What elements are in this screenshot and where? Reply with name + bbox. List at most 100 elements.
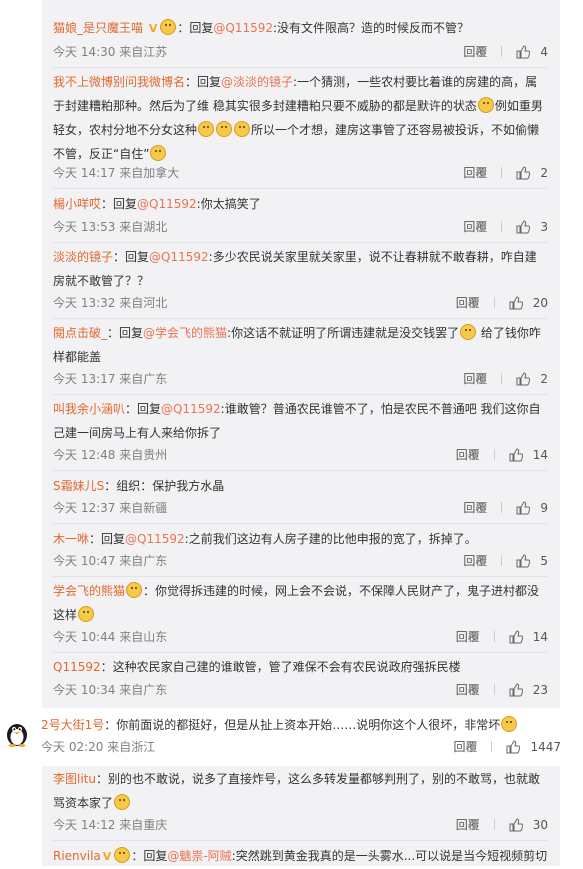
thumb-up-icon (516, 166, 531, 180)
comment-item: 我不上微博别问我微博名：回复@淡淡的镜子:一个猜测，一些农村要比着谁的房建的高，… (53, 75, 543, 161)
thumb-up-icon (516, 554, 531, 568)
reply-button[interactable]: 回覆 (463, 554, 487, 568)
thumb-up-icon (509, 296, 523, 310)
comment-meta: 今天 14:12 来自重庆 (53, 818, 168, 832)
comment-username[interactable]: 木一咻 (53, 532, 89, 546)
like-button[interactable]: 2 (516, 166, 548, 180)
like-button[interactable]: 1447 (506, 740, 561, 754)
thumb-up-icon (509, 448, 523, 462)
comment-text: :你这话不就证明了所谓违建就是没交钱罢了 (227, 326, 460, 340)
like-button[interactable]: 4 (516, 45, 548, 59)
comment-meta: 今天 10:44 来自山东 (53, 630, 168, 644)
reply-button[interactable]: 回覆 (456, 448, 480, 462)
reply-button[interactable]: 回覆 (456, 296, 480, 310)
comment-meta: 今天 02:20 来自浙江 (41, 740, 156, 754)
comment-username[interactable]: 楊小咩哎 (53, 197, 101, 211)
emoji-icon (501, 716, 518, 732)
reply-button[interactable]: 回覆 (463, 166, 487, 180)
comment-item: Rienvila V ：回复@魑祟-阿贼:突然跳到黄金我真的是一头雾水...可以说是… (53, 844, 548, 869)
mention-link[interactable]: @Q11592 (213, 21, 273, 35)
like-button[interactable]: 9 (516, 501, 548, 515)
emoji-icon (216, 121, 233, 137)
emoji-icon (460, 324, 477, 340)
divider (53, 394, 548, 395)
vip-badge-icon: V (148, 22, 158, 35)
comment-meta: 今天 12:37 来自新疆 (53, 501, 168, 515)
comment-item: 猫娘_是只魔王喵 V ：回复@Q11592:没有文件限高？造的时候反而不管？ (53, 16, 548, 41)
like-button[interactable]: 2 (516, 372, 548, 386)
thumb-up-icon (509, 818, 523, 832)
thumb-up-icon (516, 220, 531, 234)
mention-link[interactable]: @Q11592 (161, 402, 221, 416)
mention-link[interactable]: @淡淡的镜子 (221, 75, 293, 89)
like-button[interactable]: 23 (509, 683, 548, 697)
divider (53, 242, 548, 243)
comment-username[interactable]: 叫我余小涵叭 (53, 402, 125, 416)
mention-link[interactable]: @Q11592 (137, 197, 197, 211)
reply-button[interactable]: 回覆 (463, 45, 487, 59)
comment-item: 淡淡的镜子：回复@Q11592:多少农民说关家里就关家里，说不让春耕就不敢春耕，… (53, 250, 537, 288)
comment-username[interactable]: 淡淡的镜子 (53, 250, 113, 264)
mention-link[interactable]: @Q11592 (149, 250, 209, 264)
thumb-up-icon (509, 683, 523, 697)
emoji-icon (234, 121, 251, 137)
comment-username[interactable]: 猫娘_是只魔王喵 (53, 21, 143, 35)
comment-item: Q11592：这种农民家自己建的谁敢管，管了难保不会有农民说政府强拆民楼 (53, 655, 548, 679)
comment-username[interactable]: Q11592 (53, 660, 101, 674)
comment-username[interactable]: S霜妹儿S (53, 479, 104, 493)
comment-actions: 回覆 2 (463, 370, 548, 388)
thumb-up-icon (516, 45, 531, 59)
like-button[interactable]: 20 (509, 296, 548, 310)
reply-button[interactable]: 回覆 (463, 501, 487, 515)
comment-actions: 回覆 1447 (453, 738, 561, 756)
divider (53, 67, 548, 68)
comment-meta: 今天 10:47 来自广东 (53, 554, 168, 568)
reply-button[interactable]: 回覆 (463, 220, 487, 234)
like-button[interactable]: 30 (509, 818, 548, 832)
reply-button[interactable]: 回覆 (463, 372, 487, 386)
penguin-avatar-icon[interactable] (5, 721, 29, 747)
reply-button[interactable]: 回覆 (456, 683, 480, 697)
comment-text: :之前我们这边有人房子建的比他申报的宽了，拆掉了。 (184, 532, 477, 546)
like-button[interactable]: 14 (509, 448, 548, 462)
reply-button[interactable]: 回覆 (453, 740, 477, 754)
comment-actions: 回覆 23 (456, 681, 548, 699)
comment-item: 学会飞的熊猫 ：你觉得拆违建的时候，网上会不会说，不保障人民财产了，鬼子进村都没这… (53, 579, 548, 627)
comment-username[interactable]: 我不上微博别问我微博名 (53, 75, 185, 89)
comment-username[interactable]: 李图litu (53, 772, 96, 786)
divider (53, 188, 548, 189)
comment-item: S霜妹儿S：组织：保护我方水晶 (53, 474, 548, 498)
emoji-icon (198, 121, 215, 137)
comment-username[interactable]: 閱点击破_ (53, 326, 107, 340)
divider (53, 318, 548, 319)
like-button[interactable]: 5 (516, 554, 548, 568)
comment-item: 木一咻：回复@Q11592:之前我们这边有人房子建的比他申报的宽了，拆掉了。 (53, 532, 477, 546)
comment-item: 閱点击破_：回复@学会飞的熊猫:你这话不就证明了所谓违建就是没交钱罢了 给了钱你… (53, 324, 541, 364)
comment-username[interactable]: Rienvila (53, 849, 101, 863)
comment-username[interactable]: 学会飞的熊猫 (53, 584, 125, 598)
emoji-icon (114, 794, 131, 810)
like-button[interactable]: 14 (509, 630, 548, 644)
top-comment: 2号大街1号：你前面说的都挺好，但是从扯上资本开始……说明你这个人很坏，非常坏 (41, 713, 561, 737)
emoji-icon (160, 19, 177, 35)
comment-actions: 回覆 14 (456, 628, 548, 646)
comment-username[interactable]: 2号大街1号 (41, 718, 104, 732)
comment-meta: 今天 10:34 来自广东 (53, 683, 168, 697)
comment-text: :突然跳到黄金我真的是一头雾水...可以说是当今短视频剪切 (231, 849, 548, 863)
emoji-icon (78, 606, 95, 622)
mention-link[interactable]: @Q11592 (125, 532, 185, 546)
like-button[interactable]: 3 (516, 220, 548, 234)
comment-meta: 今天 14:30 来自江苏 (53, 45, 168, 59)
comment-actions: 回覆 30 (456, 816, 548, 834)
comment-actions: 回覆 5 (463, 552, 548, 570)
vip-badge-icon: V (102, 850, 112, 863)
reply-button[interactable]: 回覆 (456, 818, 480, 832)
comment-text: :没有文件限高？造的时候反而不管？ (273, 21, 470, 35)
comment-item: 李图litu：别的也不敢说，说多了直接炸号，这么多转发量都够判刑了，别的不敢骂，… (53, 767, 548, 815)
mention-link[interactable]: @魑祟-阿贼 (167, 849, 231, 863)
comment-actions: 回覆 3 (463, 218, 548, 236)
mention-link[interactable]: @学会飞的熊猫 (143, 326, 227, 340)
reply-button[interactable]: 回覆 (456, 630, 480, 644)
comment-meta: 今天 12:48 来自贵州 (53, 448, 168, 462)
thumb-up-icon (516, 372, 531, 386)
